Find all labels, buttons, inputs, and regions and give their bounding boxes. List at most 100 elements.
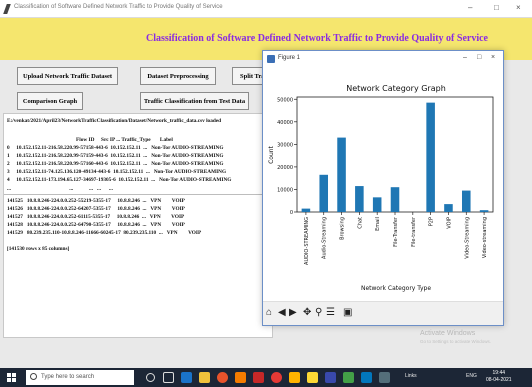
activation-subtitle: Go to Settings to activate Windows. (420, 339, 492, 344)
minimize-button[interactable]: – (468, 3, 472, 12)
window-title: Classification of Software Defined Netwo… (14, 4, 223, 10)
bar-browsing (337, 137, 346, 212)
table-row: 2 10.152.152.11-216.58.220.99-57160-443-… (7, 161, 224, 167)
x-tick-label: Browsing (340, 217, 346, 240)
bar-audio-streaming (319, 174, 329, 212)
preprocess-button[interactable]: Dataset Preprocessing (140, 67, 216, 85)
clock-time: 19:44 (492, 370, 506, 376)
forward-arrow-icon[interactable]: ▶ (289, 307, 297, 318)
y-tick-label: 40000 (277, 120, 293, 126)
zoom-icon[interactable]: ⚲ (315, 307, 322, 318)
x-tick-label: Chat (357, 217, 363, 229)
app-icon[interactable] (289, 372, 300, 383)
table-row: 0 10.152.152.11-216.58.220.99-57158-443-… (7, 145, 224, 151)
upload-dataset-button[interactable]: Upload Network Traffic Dataset (17, 67, 118, 85)
configure-subplots-icon[interactable]: ☰ (326, 307, 335, 318)
table-row: 4 10.152.152.11-173.194.65.127-34697-193… (7, 177, 232, 183)
app-icon[interactable] (253, 372, 264, 383)
edge-icon[interactable] (181, 372, 192, 383)
table-row: 1 10.152.152.11-216.58.220.99-57159-443-… (7, 153, 224, 159)
table-row: ... ... ... ... ... (7, 186, 113, 192)
y-axis-label: Count (268, 145, 275, 163)
pan-icon[interactable]: ✥ (303, 307, 311, 318)
back-arrow-icon[interactable]: ◀ (278, 307, 286, 318)
y-tick-label: 10000 (277, 187, 293, 193)
table-row: 141526 10.8.8.246-224.0.0.252-64207-5355… (7, 206, 185, 212)
taskbar: Type here to search Links ENG 19:44 08-0… (0, 368, 532, 387)
figure-maximize-button[interactable]: □ (477, 54, 481, 61)
loaded-path-text: E:/venkat/2021/April23/NetworkTrafficCla… (7, 118, 222, 124)
x-tick-label: P2P (429, 217, 435, 226)
figure-close-button[interactable]: × (491, 54, 495, 61)
figure-titlebar: Figure 1 – □ × (263, 51, 503, 67)
x-tick-label: Audio-Streaming (322, 217, 328, 259)
maximize-button[interactable]: □ (494, 3, 499, 12)
table-row: 3 10.152.152.11-74.125.136.120-49134-443… (7, 169, 227, 175)
figure-minimize-button[interactable]: – (463, 54, 467, 61)
y-tick-label: 20000 (277, 165, 293, 171)
bar-video-streaming (479, 210, 489, 212)
close-button[interactable]: × (516, 3, 521, 12)
figure-app-icon (267, 55, 275, 63)
bar-chart: Network Category Graph 0 10000 20000 30000 4… (268, 84, 494, 292)
chart-title: Network Category Graph (346, 84, 446, 93)
bar-p2p (426, 102, 435, 212)
x-tick-label: Video-Streaming (464, 217, 470, 259)
taskbar-search-box[interactable]: Type here to search (26, 370, 134, 385)
app-icon[interactable] (325, 372, 336, 383)
bar-email (372, 197, 382, 212)
clock-date: 08-04-2021 (486, 377, 512, 383)
tray-links-label[interactable]: Links (405, 373, 417, 379)
search-icon (30, 373, 37, 380)
language-indicator[interactable]: ENG (466, 373, 477, 379)
bar-file-transfer (390, 187, 400, 212)
table-row: 141529 80.239.235.110-10.8.8.246-11666-6… (7, 230, 202, 236)
feather-icon (3, 4, 11, 14)
bar-chat (355, 186, 364, 212)
figure-title: Figure 1 (278, 55, 301, 61)
app-icon[interactable] (379, 372, 390, 383)
cortana-icon[interactable] (146, 373, 155, 382)
x-tick-label: File-transfer (411, 216, 417, 247)
app-title: Classification of Software Defined Netwo… (146, 33, 488, 44)
x-tick-label: Email (375, 217, 381, 231)
x-axis-label: Network Category Type (361, 285, 431, 292)
y-tick-label: 30000 (277, 142, 293, 148)
table-row: 141528 10.8.8.246-224.0.0.252-64790-5355… (7, 222, 185, 228)
app-icon[interactable] (343, 372, 354, 383)
x-tick-label: Video-streaming (482, 217, 488, 258)
activation-title: Activate Windows (420, 330, 476, 337)
comparison-graph-button[interactable]: Comparison Graph (17, 92, 83, 110)
table-header-text: Flow ID Src IP ... Traffic_Type Label (76, 137, 173, 143)
figure-window[interactable]: Figure 1 – □ × Network Category Graph 0 1… (262, 50, 504, 326)
task-view-icon[interactable] (163, 372, 174, 383)
search-placeholder: Type here to search (41, 374, 95, 380)
bar-video-streaming (461, 190, 471, 212)
x-tick-label: File-Transfer (393, 216, 399, 247)
word-icon[interactable] (361, 372, 372, 383)
python-icon[interactable] (307, 372, 318, 383)
row-summary-text: [141530 rows x 85 columns] (7, 246, 70, 252)
x-tick-label: VOIP (446, 217, 452, 229)
save-icon[interactable]: ▣ (343, 307, 352, 318)
app-icon[interactable] (271, 372, 282, 383)
taskbar-clock[interactable]: 19:44 08-04-2021 (486, 370, 512, 384)
y-tick-label: 0 (290, 210, 293, 216)
table-row: 141525 10.8.8.246-224.0.0.252-55219-5355… (7, 198, 185, 204)
bar-voip (444, 204, 453, 212)
home-icon[interactable]: ⌂ (266, 307, 272, 318)
file-explorer-icon[interactable] (199, 372, 210, 383)
traffic-classification-button[interactable]: Traffic Classification from Test Data (140, 92, 249, 110)
chrome-icon[interactable] (217, 372, 228, 383)
divider (4, 194, 274, 195)
app-icon[interactable] (235, 372, 246, 383)
bar-audio-streaming (301, 208, 311, 212)
output-text-area[interactable]: E:/venkat/2021/April23/NetworkTrafficCla… (3, 113, 274, 338)
main-window-titlebar: Classification of Software Defined Netwo… (0, 0, 532, 18)
figure-toolbar: ⌂ ◀ ▶ ✥ ⚲ ☰ ▣ (263, 301, 503, 325)
windows-start-icon[interactable] (7, 373, 16, 382)
y-tick-label: 50000 (277, 97, 293, 103)
activation-watermark: Activate Windows Go to Settings to activ… (420, 330, 491, 344)
table-row: 141527 10.8.8.246-224.0.0.252-61115-5355… (7, 214, 185, 220)
x-tick-label: AUDIO-STREAMING (304, 217, 310, 265)
